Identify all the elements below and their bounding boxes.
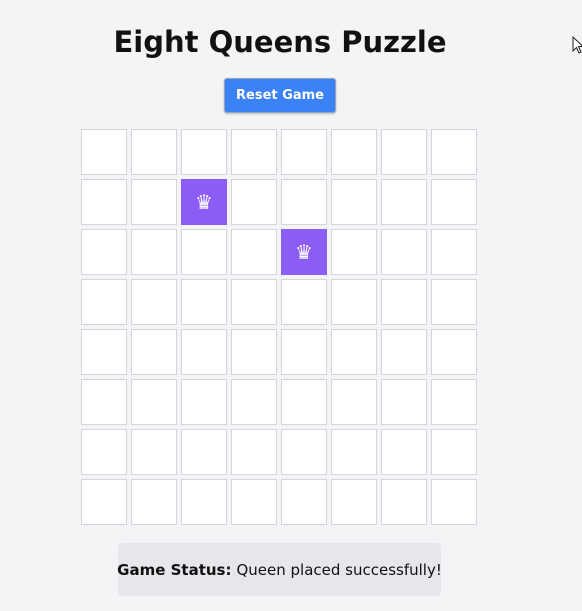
board-cell[interactable] <box>181 479 227 525</box>
board-cell[interactable] <box>281 379 327 425</box>
board-cell[interactable] <box>231 179 277 225</box>
reset-game-button[interactable]: Reset Game <box>224 78 336 113</box>
board-cell[interactable] <box>231 379 277 425</box>
board-cell[interactable] <box>381 479 427 525</box>
board-cell[interactable] <box>431 479 477 525</box>
board-cell[interactable] <box>181 129 227 175</box>
board-cell[interactable] <box>131 379 177 425</box>
board-cell[interactable] <box>231 429 277 475</box>
board-cell[interactable] <box>131 329 177 375</box>
board-cell[interactable] <box>431 279 477 325</box>
board-cell[interactable] <box>281 329 327 375</box>
board-cell[interactable] <box>281 279 327 325</box>
board-cell[interactable] <box>381 279 427 325</box>
board-cell[interactable] <box>381 379 427 425</box>
board-cell[interactable] <box>131 129 177 175</box>
queen-icon: ♛ <box>195 190 213 214</box>
board-cell[interactable] <box>331 379 377 425</box>
board-cell[interactable] <box>281 179 327 225</box>
board-cell[interactable] <box>131 479 177 525</box>
board-cell[interactable] <box>331 329 377 375</box>
board-cell[interactable] <box>381 429 427 475</box>
board-cell[interactable] <box>431 429 477 475</box>
board-cell[interactable] <box>331 479 377 525</box>
board-cell[interactable] <box>281 129 327 175</box>
board-cell[interactable] <box>181 329 227 375</box>
board-cell[interactable] <box>431 179 477 225</box>
board-cell[interactable] <box>381 229 427 275</box>
board-cell[interactable] <box>181 429 227 475</box>
board-cell[interactable] <box>81 279 127 325</box>
board-cell[interactable] <box>381 179 427 225</box>
game-page: Eight Queens Puzzle Reset Game ♛ ♛ Game S… <box>0 0 582 611</box>
board-cell[interactable] <box>81 479 127 525</box>
board-cell[interactable] <box>281 479 327 525</box>
board-cell[interactable] <box>231 479 277 525</box>
status-message: Queen placed successfully! <box>236 560 442 579</box>
board-cell[interactable] <box>231 279 277 325</box>
game-status-panel: Game Status: Queen placed successfully! <box>117 543 442 596</box>
board-cell[interactable] <box>181 229 227 275</box>
page-title: Eight Queens Puzzle <box>113 25 447 59</box>
board-cell[interactable] <box>231 329 277 375</box>
board-cell[interactable] <box>331 179 377 225</box>
board-cell-queen[interactable]: ♛ <box>281 229 327 275</box>
board-cell[interactable] <box>331 229 377 275</box>
board-cell[interactable] <box>131 179 177 225</box>
board-cell[interactable] <box>131 279 177 325</box>
board-cell[interactable] <box>131 229 177 275</box>
board-cell[interactable] <box>331 279 377 325</box>
chess-board: ♛ ♛ <box>80 128 480 528</box>
board-cell[interactable] <box>431 129 477 175</box>
board-cell[interactable] <box>231 229 277 275</box>
board-cell[interactable] <box>331 129 377 175</box>
board-cell[interactable] <box>281 429 327 475</box>
board-cell[interactable] <box>431 379 477 425</box>
board-cell[interactable] <box>231 129 277 175</box>
board-cell[interactable] <box>181 379 227 425</box>
board-cell[interactable] <box>431 229 477 275</box>
board-cell[interactable] <box>81 229 127 275</box>
queen-icon: ♛ <box>295 240 313 264</box>
board-cell[interactable] <box>431 329 477 375</box>
status-label: Game Status: <box>117 560 232 579</box>
board-cell[interactable] <box>381 329 427 375</box>
board-cell[interactable] <box>81 429 127 475</box>
board-cell[interactable] <box>81 129 127 175</box>
board-cell[interactable] <box>181 279 227 325</box>
board-cell-queen[interactable]: ♛ <box>181 179 227 225</box>
board-cell[interactable] <box>81 379 127 425</box>
board-cell[interactable] <box>81 179 127 225</box>
board-cell[interactable] <box>81 329 127 375</box>
board-cell[interactable] <box>381 129 427 175</box>
mouse-cursor-icon <box>572 36 582 54</box>
board-cell[interactable] <box>331 429 377 475</box>
board-cell[interactable] <box>131 429 177 475</box>
